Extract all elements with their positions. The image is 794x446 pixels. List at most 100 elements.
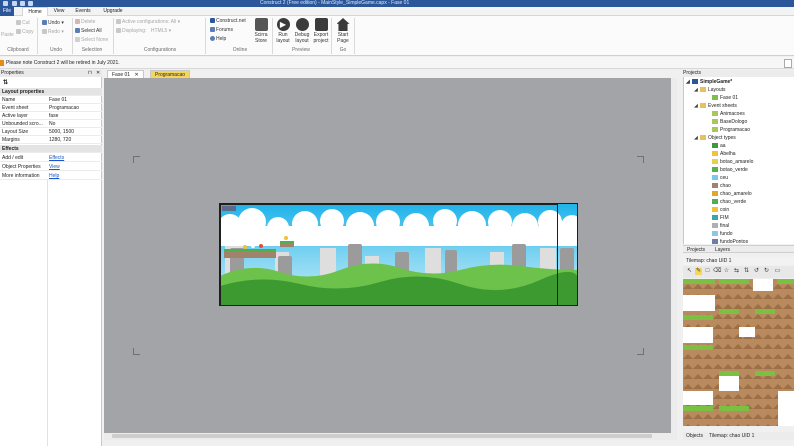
view-link[interactable]: View: [49, 163, 60, 171]
tab-file[interactable]: File: [0, 7, 14, 16]
rectangle-tool-icon[interactable]: □: [704, 268, 711, 275]
object-type-label: ceu: [720, 175, 729, 181]
tab-layers[interactable]: Layers: [715, 246, 730, 254]
run-layout-button[interactable]: ▶ Run layout: [273, 18, 293, 44]
object-type-icon: [712, 183, 718, 189]
scirra-store-button[interactable]: Scirra Store: [251, 18, 271, 44]
tree-item-object-final[interactable]: final: [712, 222, 729, 230]
redo-button[interactable]: Redo ▾: [42, 29, 64, 35]
property-row-event-sheet[interactable]: Event sheet Programacao: [0, 104, 102, 112]
save-quick-icon[interactable]: [12, 1, 17, 6]
property-row-active-layer[interactable]: Active layer fase: [0, 112, 102, 120]
tree-item-object-chao-verde[interactable]: chao_verde: [712, 198, 746, 206]
ribbon-divider: [205, 18, 206, 54]
game-scene-preview[interactable]: [219, 203, 578, 306]
tree-item-object-abelha[interactable]: Abelha: [712, 150, 736, 158]
star-tool-icon[interactable]: ☆: [723, 268, 730, 275]
delete-button[interactable]: Delete: [75, 19, 95, 25]
folder-icon: [700, 135, 706, 141]
tree-item-object-botao-verde[interactable]: botao_verde: [712, 166, 748, 174]
property-row-margins[interactable]: Margins 1280, 720: [0, 136, 102, 144]
sort-icon[interactable]: ⇅: [3, 79, 8, 86]
tree-item-event-sheet[interactable]: BaseDologo: [712, 118, 747, 126]
debug-layout-button[interactable]: Debug layout: [292, 18, 312, 44]
config-icon: [116, 19, 121, 25]
tree-item-object-fundo[interactable]: fundo: [712, 230, 733, 238]
tree-item-layout[interactable]: Fase 01: [712, 94, 738, 102]
copy-button[interactable]: Copy: [16, 29, 34, 35]
object-type-label: chao_verde: [720, 199, 747, 205]
tree-item-object-fundopontos[interactable]: fundoPontos: [712, 238, 748, 244]
cut-button[interactable]: Cut: [16, 20, 30, 26]
pointer-tool-icon[interactable]: ↖: [686, 268, 693, 275]
tab-objects[interactable]: Objects: [686, 432, 703, 440]
tab-events[interactable]: Events: [72, 7, 94, 16]
redo-quick-icon[interactable]: [28, 1, 33, 6]
group-selection: Selection: [81, 47, 103, 53]
tree-folder-object-types[interactable]: ◢ Object types: [694, 134, 736, 142]
undo-button[interactable]: Undo ▾: [42, 20, 64, 26]
tab-fase-01[interactable]: Fase 01 ✕: [107, 70, 144, 78]
tree-folder-event-sheets[interactable]: ◢ Event sheets: [694, 102, 737, 110]
tree-item-object-chao[interactable]: chao: [712, 182, 731, 190]
tree-item-object-coin[interactable]: coin: [712, 206, 729, 214]
store-icon: [254, 18, 268, 31]
tree-item-object-chao-amarelo[interactable]: chao_amarelo: [712, 190, 752, 198]
project-tree: ◢ SimpleGame* ◢ Layouts Fase 01 ◢ Event she…: [683, 77, 794, 244]
paste-button[interactable]: Paste: [1, 32, 14, 38]
tree-item-object-ceu[interactable]: ceu: [712, 174, 728, 182]
select-none-button[interactable]: Select None: [75, 37, 108, 43]
object-type-label: Abelha: [720, 151, 736, 157]
help-link-properties[interactable]: Help: [49, 172, 59, 180]
tab-view[interactable]: View: [50, 7, 68, 16]
close-notice-button[interactable]: [784, 59, 792, 68]
tree-root[interactable]: ◢ SimpleGame*: [686, 78, 732, 86]
active-configurations-dropdown[interactable]: Active configurations: All ▾: [116, 19, 180, 25]
tree-item-object-botao-amarelo[interactable]: botao_amarelo: [712, 158, 753, 166]
help-link[interactable]: Help: [210, 36, 226, 42]
property-row-unbounded-scrolling[interactable]: Unbounded scro... No: [0, 120, 102, 128]
object-type-icon: [712, 159, 718, 165]
effects-link[interactable]: Effects: [49, 154, 64, 162]
eraser-tool-icon[interactable]: ⌫: [713, 268, 721, 275]
rotate-cw-icon[interactable]: ↻: [763, 268, 770, 275]
flip-tool-icon[interactable]: ⇅: [743, 268, 750, 275]
folder-open-icon[interactable]: ▭: [774, 268, 781, 275]
object-type-label: aa: [720, 143, 726, 149]
pin-icon[interactable]: ⊓: [88, 70, 92, 77]
select-all-button[interactable]: Select All: [75, 28, 102, 34]
start-page-button[interactable]: Start Page: [333, 18, 353, 44]
tree-item-object-fim[interactable]: FIM: [712, 214, 729, 222]
object-type-icon: [712, 239, 718, 244]
export-project-button[interactable]: Export project: [311, 18, 331, 44]
tree-item-event-sheet[interactable]: Programacao: [712, 126, 750, 134]
displaying-dropdown[interactable]: Displaying: HTML5 ▾: [116, 28, 171, 34]
horizontal-scrollbar[interactable]: [104, 433, 677, 440]
tab-tilemap[interactable]: Tilemap: chao UID 1: [709, 432, 754, 440]
tab-projects[interactable]: Projects: [687, 246, 705, 254]
scrollbar-thumb[interactable]: [112, 434, 652, 438]
bottom-panel-tabs: Objects Tilemap: chao UID 1: [683, 432, 794, 440]
tab-upgrade[interactable]: Upgrade: [100, 7, 126, 16]
mirror-tool-icon[interactable]: ⇆: [733, 268, 740, 275]
property-row-more-information: More information Help: [0, 172, 102, 180]
home-icon: [336, 18, 350, 31]
vertical-scrollbar[interactable]: [671, 78, 677, 433]
forums-link[interactable]: Forums: [210, 27, 233, 33]
object-type-label: FIM: [720, 215, 729, 221]
tree-item-event-sheet[interactable]: Animacoes: [712, 110, 745, 118]
tab-programacao[interactable]: Programacao: [150, 70, 191, 78]
close-icon[interactable]: ✕: [96, 70, 100, 77]
construct-net-link[interactable]: Construct.net: [210, 18, 246, 24]
property-row-layout-size[interactable]: Layout Size 5000, 1500: [0, 128, 102, 136]
tree-folder-layouts[interactable]: ◢ Layouts: [694, 86, 726, 94]
layout-icon: [712, 95, 718, 101]
property-row-name[interactable]: Name Fase 01: [0, 96, 102, 104]
rotate-ccw-icon[interactable]: ↺: [753, 268, 760, 275]
tree-item-object-aa[interactable]: aa: [712, 142, 726, 150]
undo-quick-icon[interactable]: [20, 1, 25, 6]
group-clipboard: Clipboard: [7, 47, 29, 53]
layout-properties-section: Layout properties: [0, 88, 102, 96]
tileset-grid[interactable]: [683, 279, 794, 426]
pencil-tool-icon[interactable]: ✎: [695, 268, 702, 275]
